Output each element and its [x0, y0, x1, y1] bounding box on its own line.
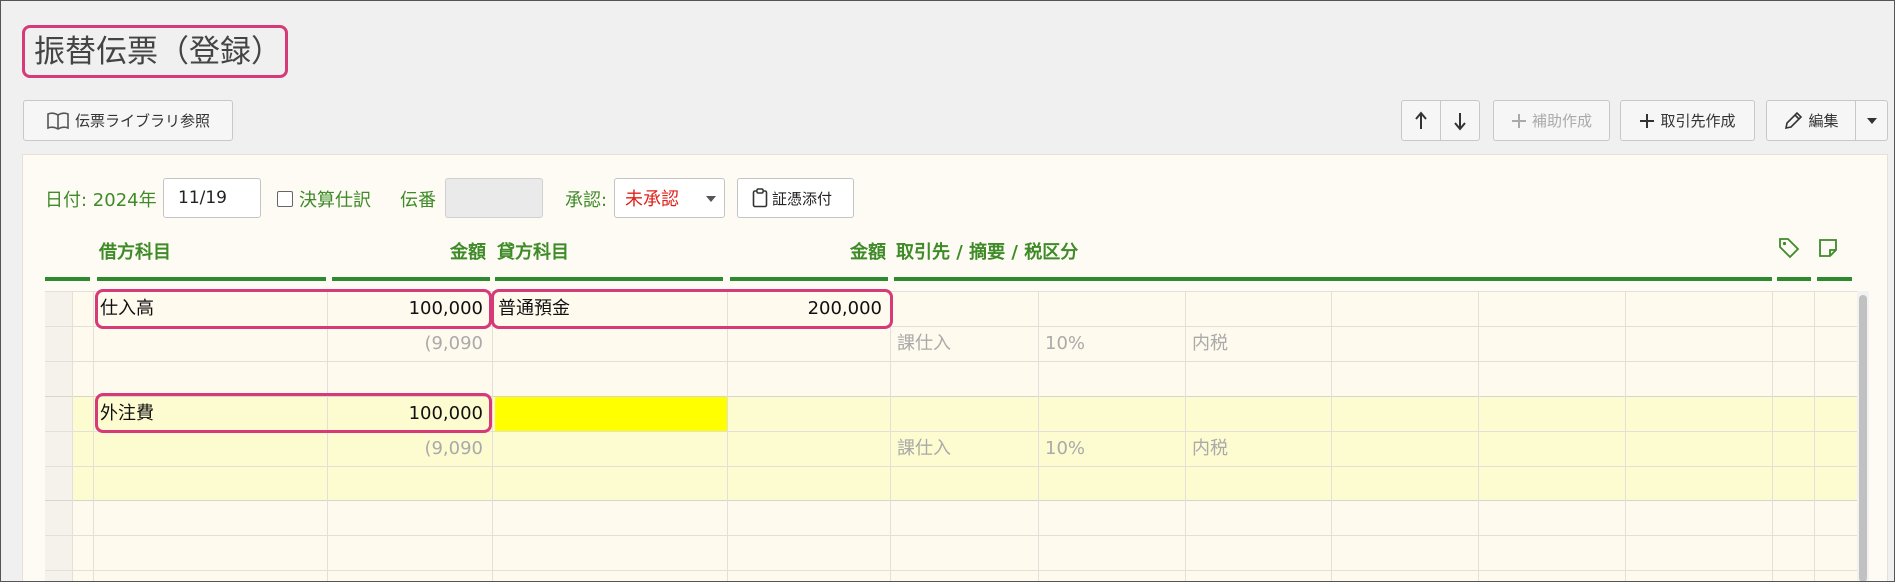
tax-rate-cell[interactable]: 10% [1045, 327, 1085, 361]
header-underline [97, 277, 326, 281]
book-icon [47, 111, 69, 130]
slip-number-label: 伝番 [400, 190, 436, 211]
header-underline [332, 277, 490, 281]
arrow-up-icon [1415, 110, 1427, 129]
debit-account-header: 借方科目 [99, 242, 171, 263]
tax-category-cell[interactable]: 課仕入 [897, 327, 951, 361]
tax-method-cell[interactable]: 内税 [1192, 432, 1228, 466]
clipboard-icon [752, 188, 768, 208]
debit-tax-amount: (9,090 [424, 438, 483, 459]
vertical-scrollbar[interactable] [1857, 291, 1869, 582]
edit-label: 編集 [1808, 112, 1839, 130]
approval-value: 未承認 [625, 189, 679, 210]
debit-tax-amount: (9,090 [424, 333, 483, 354]
header-underline [495, 277, 723, 281]
scrollbar-thumb[interactable] [1859, 295, 1867, 582]
partner-create-label: 取引先作成 [1660, 112, 1736, 130]
row-handle-column [45, 291, 72, 582]
slip-number-input [445, 178, 543, 218]
edit-menu-toggle[interactable] [1855, 100, 1888, 141]
entry-1-debit-highlight [95, 289, 492, 329]
header-underline [730, 277, 888, 281]
header-underline [45, 277, 90, 281]
tax-category-cell[interactable]: 課仕入 [897, 432, 951, 466]
aux-create-button[interactable]: 補助作成 [1493, 100, 1610, 141]
sticky-note-icon[interactable] [1818, 238, 1838, 258]
partner-create-button[interactable]: 取引先作成 [1620, 100, 1755, 141]
credit-account-header: 貸方科目 [497, 242, 569, 263]
journal-entry-grid: 仕入高 100,000 普通預金 200,000 (9,090 課仕入 10% … [45, 291, 1859, 582]
attach-evidence-button[interactable]: 証憑添付 [737, 178, 854, 218]
caret-down-icon [1866, 117, 1877, 124]
slip-library-label: 伝票ライブラリ参照 [74, 112, 210, 130]
title-highlight [22, 25, 288, 78]
plus-icon [1511, 113, 1526, 128]
approval-label: 承認: [565, 190, 608, 211]
entry-2-debit-highlight [95, 393, 492, 433]
header-underline [894, 277, 1772, 281]
edit-button[interactable]: 編集 [1766, 100, 1856, 141]
header-underline [1777, 277, 1811, 281]
tag-icon[interactable] [1778, 237, 1800, 259]
tax-rate-cell[interactable]: 10% [1045, 432, 1085, 466]
tax-method-cell[interactable]: 内税 [1192, 327, 1228, 361]
credit-account-cell-selected[interactable] [495, 397, 727, 431]
caret-down-icon [706, 196, 716, 202]
arrow-down-icon [1454, 112, 1466, 131]
attach-evidence-label: 証憑添付 [772, 189, 833, 208]
move-up-button[interactable] [1401, 100, 1441, 141]
debit-amount-header: 金額 [450, 242, 486, 263]
closing-entry-label: 決算仕訳 [299, 190, 371, 211]
entry-1-credit-highlight [491, 289, 893, 329]
closing-entry-checkbox[interactable] [277, 191, 293, 207]
closing-entry-checkbox-group[interactable]: 決算仕訳 [277, 186, 371, 212]
pencil-icon [1785, 111, 1803, 129]
approval-select[interactable]: 未承認 [614, 178, 725, 218]
header-underline [1817, 277, 1852, 281]
date-label: 日付: 2024年 [45, 190, 157, 211]
aux-create-label: 補助作成 [1531, 112, 1592, 130]
partner-memo-tax-header: 取引先 / 摘要 / 税区分 [896, 242, 1079, 263]
credit-amount-header: 金額 [850, 242, 886, 263]
plus-icon [1640, 113, 1655, 128]
slip-library-button[interactable]: 伝票ライブラリ参照 [23, 100, 233, 141]
move-down-button[interactable] [1440, 100, 1480, 141]
date-input[interactable]: 11/19 [163, 178, 261, 218]
